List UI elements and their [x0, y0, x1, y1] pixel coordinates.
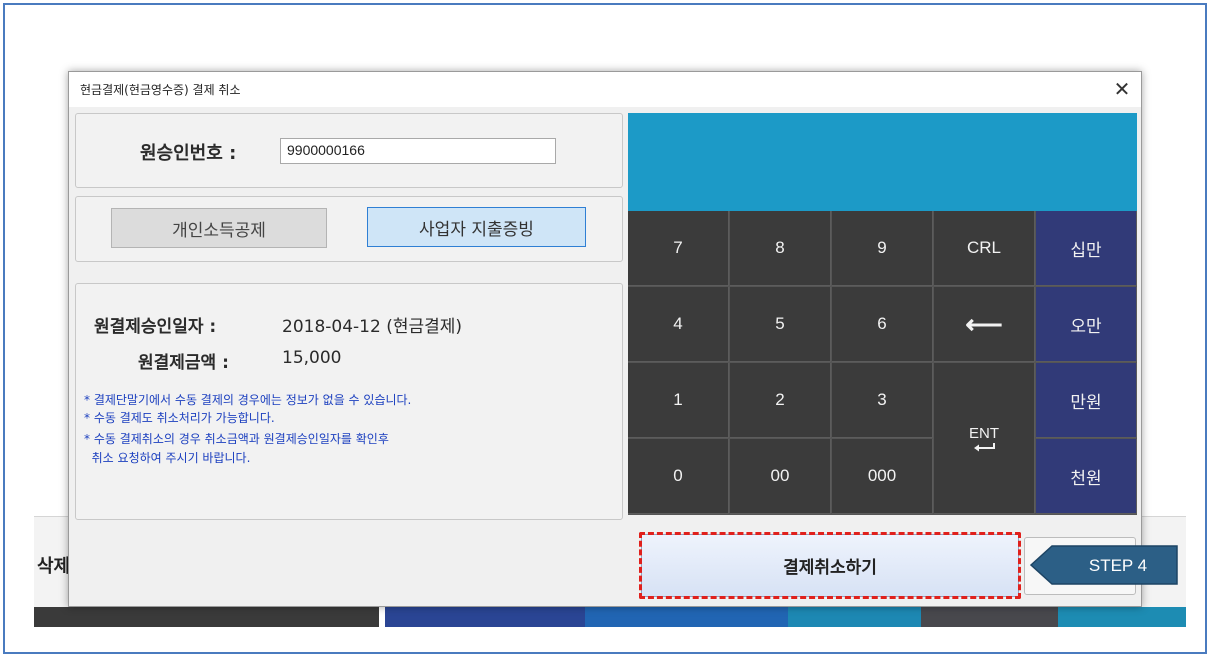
note-line: * 수동 결제취소의 경우 취소금액과 원결제승인일자를 확인후 [84, 432, 389, 446]
key-10000[interactable]: 만원 [1036, 363, 1137, 438]
key-6[interactable]: 6 [832, 287, 933, 362]
original-amount-value: 15,000 [282, 348, 342, 368]
bg-bar-7 [1058, 607, 1186, 627]
key-clear[interactable]: CRL [934, 211, 1035, 286]
original-date-label: 원결제승인일자 : [94, 317, 217, 337]
background-delete-label: 삭제 [37, 556, 71, 577]
key-enter[interactable]: ENT [934, 363, 1035, 514]
key-8[interactable]: 8 [730, 211, 831, 286]
dialog-titlebar: 현금결제(현금영수증) 결제 취소 ✕ [69, 72, 1141, 107]
key-00[interactable]: 00 [730, 439, 831, 514]
key-5[interactable]: 5 [730, 287, 831, 362]
note-line: * 수동 결제도 취소처리가 가능합니다. [84, 411, 275, 425]
enter-arrow-icon [974, 442, 995, 451]
key-4[interactable]: 4 [628, 287, 729, 362]
cancel-payment-button[interactable]: 결제취소하기 [641, 534, 1019, 597]
approval-number-label: 원승인번호 : [140, 143, 237, 164]
backspace-arrow-icon: ⟵ [965, 308, 1003, 339]
step-callout-arrow: STEP 4 [1030, 545, 1178, 585]
approval-number-input[interactable]: 9900000166 [280, 138, 556, 164]
note-line: 취소 요청하여 주시기 바랍니다. [84, 451, 251, 465]
enter-label: ENT [969, 424, 999, 442]
background-color-bars [34, 607, 1186, 627]
key-7[interactable]: 7 [628, 211, 729, 286]
original-amount-label: 원결제금액 : [138, 353, 229, 373]
dialog-title: 현금결제(현금영수증) 결제 취소 [80, 83, 241, 97]
key-2[interactable]: 2 [730, 363, 831, 438]
key-9[interactable]: 9 [832, 211, 933, 286]
step-label: STEP 4 [1089, 556, 1147, 575]
close-icon[interactable]: ✕ [1109, 76, 1135, 102]
original-date-value: 2018-04-12 (현금결제) [282, 317, 463, 337]
numeric-keypad: 7 8 9 CRL 십만 4 5 6 ⟵ 오만 1 2 3 ENT 만원 0 0… [628, 211, 1137, 515]
bg-bar-5 [788, 607, 921, 627]
note-line: * 결제단말기에서 수동 결제의 경우에는 정보가 없을 수 있습니다. [84, 393, 412, 407]
key-1000[interactable]: 천원 [1036, 439, 1137, 514]
amount-display [628, 113, 1137, 211]
bg-bar-4 [585, 607, 788, 627]
key-1[interactable]: 1 [628, 363, 729, 438]
business-proof-button[interactable]: 사업자 지출증빙 [367, 207, 586, 247]
key-50000[interactable]: 오만 [1036, 287, 1137, 362]
key-backspace[interactable]: ⟵ [934, 287, 1035, 362]
bg-bar-6 [921, 607, 1058, 627]
key-100000[interactable]: 십만 [1036, 211, 1137, 286]
key-000[interactable]: 000 [832, 439, 933, 514]
key-0[interactable]: 0 [628, 439, 729, 514]
key-3[interactable]: 3 [832, 363, 933, 438]
bg-bar-3 [385, 607, 585, 627]
bg-bar-1 [34, 607, 379, 627]
personal-deduction-button[interactable]: 개인소득공제 [111, 208, 327, 248]
